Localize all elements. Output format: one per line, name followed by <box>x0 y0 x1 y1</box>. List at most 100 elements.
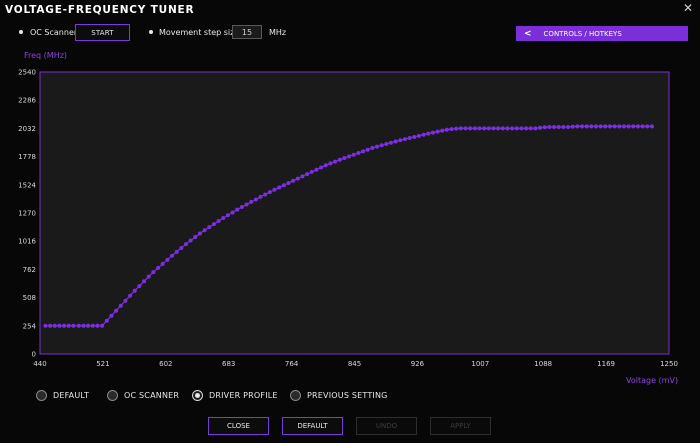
curve-point[interactable] <box>66 323 71 328</box>
curve-point[interactable] <box>286 181 291 186</box>
curve-point[interactable] <box>449 127 454 132</box>
curve-point[interactable] <box>118 303 123 308</box>
controls-hotkeys-button[interactable]: < CONTROLS / HOTKEYS <box>516 26 688 41</box>
curve-point[interactable] <box>361 149 366 154</box>
curve-point[interactable] <box>230 210 235 215</box>
curve-point[interactable] <box>356 151 361 156</box>
curve-point[interactable] <box>566 124 571 129</box>
curve-point[interactable] <box>300 174 305 179</box>
curve-point[interactable] <box>477 126 482 131</box>
curve-point[interactable] <box>370 146 375 151</box>
curve-point[interactable] <box>542 125 547 130</box>
curve-point[interactable] <box>584 124 589 129</box>
curve-point[interactable] <box>253 197 258 202</box>
curve-point[interactable] <box>645 124 650 129</box>
curve-point[interactable] <box>575 124 580 129</box>
default-button[interactable]: DEFAULT <box>282 417 343 435</box>
curve-point[interactable] <box>314 167 319 172</box>
curve-point[interactable] <box>472 126 477 131</box>
curve-point[interactable] <box>528 126 533 131</box>
curve-point[interactable] <box>519 126 524 131</box>
curve-point[interactable] <box>267 190 272 195</box>
step-size-input[interactable] <box>232 25 262 39</box>
curve-point[interactable] <box>552 124 557 129</box>
curve-point[interactable] <box>351 152 356 157</box>
curve-point[interactable] <box>440 128 445 133</box>
curve-point[interactable] <box>109 313 114 318</box>
curve-point[interactable] <box>365 147 370 152</box>
curve-point[interactable] <box>81 323 86 328</box>
curve-point[interactable] <box>183 242 188 247</box>
curve-point[interactable] <box>239 205 244 210</box>
curve-point[interactable] <box>412 134 417 139</box>
curve-point[interactable] <box>291 178 296 183</box>
curve-point[interactable] <box>100 323 105 328</box>
curve-point[interactable] <box>556 124 561 129</box>
curve-point[interactable] <box>319 165 324 170</box>
curve-point[interactable] <box>482 126 487 131</box>
curve-point[interactable] <box>547 124 552 129</box>
curve-point[interactable] <box>137 284 142 289</box>
curve-point[interactable] <box>407 136 412 141</box>
curve-point[interactable] <box>594 124 599 129</box>
curve-point[interactable] <box>160 261 165 266</box>
curve-point[interactable] <box>603 124 608 129</box>
undo-button[interactable]: UNDO <box>356 417 417 435</box>
curve-point[interactable] <box>62 323 67 328</box>
curve-point[interactable] <box>216 218 221 223</box>
curve-point[interactable] <box>57 323 62 328</box>
curve-point[interactable] <box>272 187 277 192</box>
curve-point[interactable] <box>142 279 147 284</box>
curve-point[interactable] <box>244 202 249 207</box>
curve-point[interactable] <box>430 130 435 135</box>
curve-point[interactable] <box>295 176 300 181</box>
curve-point[interactable] <box>305 172 310 177</box>
curve-point[interactable] <box>86 323 91 328</box>
curve-point[interactable] <box>635 124 640 129</box>
curve-point[interactable] <box>524 126 529 131</box>
curve-point[interactable] <box>621 124 626 129</box>
curve-point[interactable] <box>188 238 193 243</box>
curve-point[interactable] <box>123 298 128 303</box>
curve-point[interactable] <box>179 245 184 250</box>
curve-point[interactable] <box>388 140 393 145</box>
curve-point[interactable] <box>323 163 328 168</box>
radio-default[interactable]: DEFAULT <box>36 388 89 402</box>
curve-point[interactable] <box>561 124 566 129</box>
close-button[interactable]: CLOSE <box>208 417 269 435</box>
curve-point[interactable] <box>617 124 622 129</box>
curve-point[interactable] <box>104 318 109 323</box>
curve-point[interactable] <box>277 185 282 190</box>
curve-point[interactable] <box>263 192 268 197</box>
radio-oc-scanner[interactable]: OC SCANNER <box>107 388 179 402</box>
curve-point[interactable] <box>170 253 175 258</box>
curve-point[interactable] <box>207 225 212 230</box>
curve-point[interactable] <box>580 124 585 129</box>
curve-point[interactable] <box>510 126 515 131</box>
curve-point[interactable] <box>165 257 170 262</box>
curve-point[interactable] <box>435 129 440 134</box>
curve-point[interactable] <box>128 293 133 298</box>
curve-point[interactable] <box>486 126 491 131</box>
curve-point[interactable] <box>221 215 226 220</box>
curve-point[interactable] <box>156 265 161 270</box>
curve-point[interactable] <box>631 124 636 129</box>
curve-point[interactable] <box>533 126 538 131</box>
curve-point[interactable] <box>468 126 473 131</box>
curve-point[interactable] <box>598 124 603 129</box>
curve-point[interactable] <box>398 138 403 143</box>
curve-point[interactable] <box>90 323 95 328</box>
curve-point[interactable] <box>52 323 57 328</box>
radio-driver-profile[interactable]: DRIVER PROFILE <box>192 388 278 402</box>
curve-point[interactable] <box>514 126 519 131</box>
curve-point[interactable] <box>174 249 179 254</box>
curve-point[interactable] <box>347 154 352 159</box>
curve-point[interactable] <box>235 207 240 212</box>
curve-point[interactable] <box>281 183 286 188</box>
curve-point[interactable] <box>193 234 198 239</box>
curve-point[interactable] <box>626 124 631 129</box>
curve-point[interactable] <box>342 156 347 161</box>
vf-curve-chart[interactable]: 0 254 508 762 1016 1270 1524 1778 2032 2286 2540 4… <box>0 60 700 380</box>
curve-point[interactable] <box>649 124 654 129</box>
curve-point[interactable] <box>132 288 137 293</box>
